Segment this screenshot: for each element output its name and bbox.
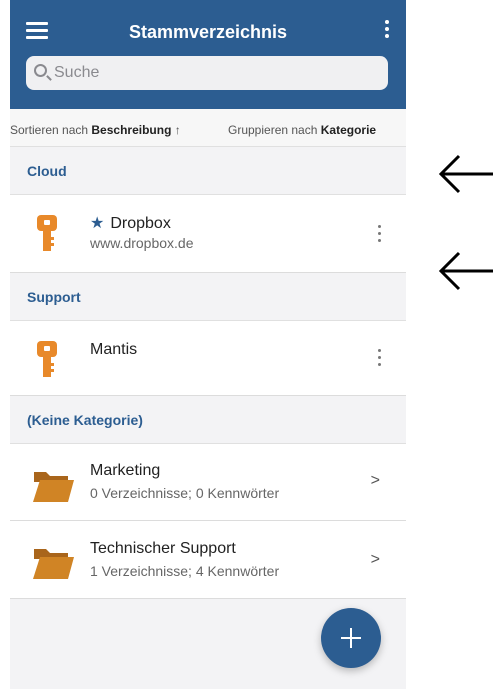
favorite-star-icon: ★ [90,215,105,232]
list-item-technischer-support[interactable]: Technischer Support 1 Verzeichnisse; 4 K… [10,521,406,599]
app-bar: Stammverzeichnis [10,0,406,109]
item-subtitle: www.dropbox.de [90,235,194,251]
item-title: Marketing [90,462,161,479]
section-header-support: Support [10,273,406,321]
chevron-right-icon: > [370,472,380,489]
search-input[interactable] [54,56,374,90]
folder-icon [33,472,74,502]
section-header-no-category: (Keine Kategorie) [10,396,406,444]
section-label: Support [27,289,81,305]
more-options-icon[interactable] [382,20,392,42]
item-title: Technischer Support [90,540,236,557]
page-title: Stammverzeichnis [128,22,288,42]
section-label: Cloud [27,163,67,179]
sort-field: Beschreibung [91,123,172,137]
item-title-text: Dropbox [110,215,171,232]
item-title: ★ Dropbox [90,213,171,233]
key-icon [37,215,57,251]
arrow-left-icon [438,154,493,194]
item-more-icon[interactable] [378,225,382,245]
key-icon [37,341,57,377]
sort-prefix: Sortieren nach [10,123,89,137]
list-item-dropbox[interactable]: ★ Dropbox www.dropbox.de [10,195,406,273]
item-more-icon[interactable] [378,349,382,369]
sort-button[interactable]: Sortieren nach Beschreibung ↑ [10,123,181,137]
list-item-marketing[interactable]: Marketing 0 Verzeichnisse; 0 Kennwörter … [10,444,406,521]
arrow-left-icon [438,251,493,291]
group-button[interactable]: Gruppieren nach Kategorie [228,123,376,137]
item-title: Mantis [90,341,138,358]
chevron-right-icon: > [370,551,380,568]
group-field: Kategorie [320,123,377,137]
sort-direction-icon: ↑ [174,123,181,137]
section-label: (Keine Kategorie) [27,412,143,428]
section-header-cloud: Cloud [10,147,406,195]
search-bar[interactable] [26,56,388,90]
add-button[interactable] [321,608,381,668]
group-prefix: Gruppieren nach [228,123,318,137]
search-icon [34,64,47,77]
item-subtitle: 0 Verzeichnisse; 0 Kennwörter [90,485,280,501]
item-subtitle: 1 Verzeichnisse; 4 Kennwörter [90,563,280,579]
app-screen: Stammverzeichnis Sortieren nach Beschrei… [10,0,406,689]
list-item-mantis[interactable]: Mantis [10,321,406,396]
sort-group-bar: Sortieren nach Beschreibung ↑ Gruppieren… [10,109,406,147]
folder-icon [33,549,74,579]
